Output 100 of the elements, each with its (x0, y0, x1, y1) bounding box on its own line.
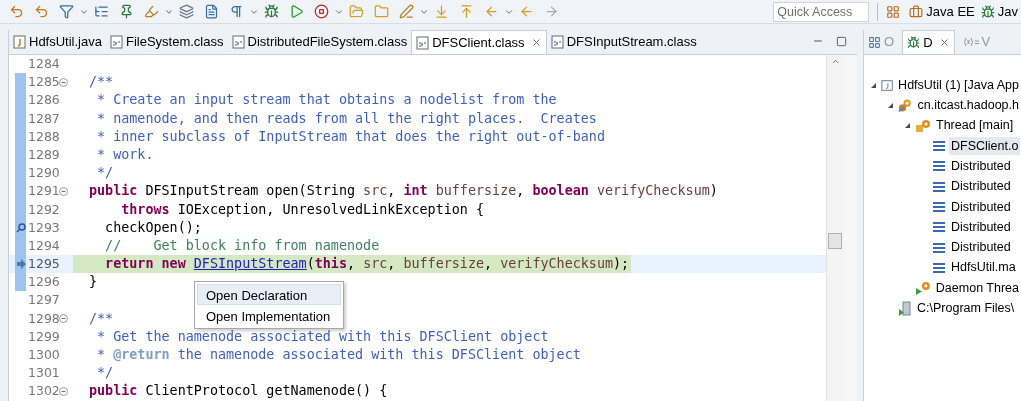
code-text: * namenode, and then reads from all the right places. Creates (96, 110, 597, 126)
document-icon[interactable] (204, 4, 219, 19)
code-text: , (484, 256, 494, 272)
arrow-down-icon[interactable] (434, 4, 449, 19)
pen-icon[interactable] (399, 4, 414, 19)
line-number: 1289 (28, 145, 59, 164)
class-file-icon (231, 35, 245, 49)
line-number: 1284 (28, 55, 59, 73)
arrow-up-icon[interactable] (459, 4, 474, 19)
code-link[interactable]: DFSInputStream (193, 256, 307, 272)
process-icon (898, 300, 912, 316)
bug-icon (980, 4, 995, 19)
tree-item[interactable]: C:\Program Files\ (915, 299, 1017, 318)
pin-icon[interactable] (119, 4, 134, 19)
maximize-icon[interactable] (836, 36, 847, 47)
tree-item[interactable]: cn.itcast.hadoop.h (915, 96, 1021, 115)
scrollbar-track[interactable] (826, 55, 843, 401)
perspective-button[interactable]: Jav (977, 1, 1021, 22)
code-text: verifyChecksum (500, 256, 614, 272)
variables-icon (962, 37, 979, 47)
line-number: 1285 (28, 73, 59, 92)
code-text: buffersize (403, 256, 485, 272)
quick-access-field[interactable]: Quick Access (773, 1, 870, 22)
undo-icon[interactable] (9, 4, 24, 19)
tree-item[interactable]: HdfsUtil.ma (949, 258, 1018, 278)
expanded-triangle-icon[interactable] (886, 101, 894, 109)
line-number: 1288 (28, 127, 59, 146)
expanded-triangle-icon[interactable] (869, 81, 877, 89)
code-text: * (96, 347, 107, 362)
menu-item[interactable]: Open Declaration (197, 284, 341, 305)
code-text: * work. (96, 146, 154, 162)
outline-icon (868, 35, 881, 49)
code-text: DFSInputStream open(String (144, 183, 357, 199)
code-text: src (363, 183, 388, 199)
bug-icon[interactable] (264, 4, 279, 19)
editor-tab[interactable]: DFSInputStream.class (546, 30, 701, 54)
editor-tab[interactable]: DFSClient.class (411, 30, 547, 54)
code-text: src (363, 256, 388, 272)
line-number: 1302 (28, 382, 59, 401)
folder-icon[interactable] (374, 4, 389, 19)
play-icon[interactable] (289, 4, 304, 19)
code-text: the namenode associated with this DFSClient object (176, 347, 581, 362)
line-number: 1290 (28, 164, 59, 183)
line-number: 1287 (28, 109, 59, 128)
class-file-icon (416, 35, 430, 50)
line-number: 1300 (28, 346, 59, 364)
line-number: 1294 (28, 236, 59, 255)
fold-icon[interactable] (59, 77, 68, 87)
tree-item[interactable]: Distributed (949, 197, 1013, 217)
code-text: , (516, 183, 526, 199)
layers-icon[interactable] (179, 4, 194, 19)
tree-item[interactable]: Distributed (949, 238, 1013, 257)
arrow-right-icon[interactable] (544, 4, 559, 19)
code-text: /** (89, 74, 114, 90)
stop-icon[interactable] (314, 4, 329, 19)
code-text: int (403, 183, 428, 199)
tree-item[interactable]: Daemon Threa (933, 278, 1021, 298)
close-icon[interactable] (938, 37, 950, 48)
fold-icon[interactable] (59, 186, 68, 196)
editor-tab[interactable]: HdfsUtil.java (9, 30, 106, 54)
code-text: */ (96, 165, 114, 181)
line-number: 1299 (28, 327, 59, 346)
folder-icon[interactable] (349, 4, 364, 19)
fold-icon[interactable] (59, 386, 68, 396)
tab-label: O (884, 33, 895, 52)
briefcase-icon (909, 4, 924, 19)
view-tab[interactable]: D (902, 30, 955, 54)
fold-icon[interactable] (59, 314, 68, 324)
close-icon[interactable] (530, 37, 542, 48)
tree-item[interactable]: HdfsUtil (1) [Java App (896, 75, 1021, 95)
code-text: } (89, 274, 98, 290)
editor-tab[interactable]: FileSystem.class (105, 30, 228, 54)
code-text: /** (89, 310, 114, 326)
menu-item[interactable]: Open Implementation (197, 305, 341, 326)
tab-label: FileSystem.class (125, 33, 224, 52)
filter-icon[interactable] (59, 4, 74, 19)
highlighter-icon[interactable] (144, 4, 159, 19)
class-file-icon (550, 35, 564, 49)
expanded-triangle-icon[interactable] (903, 122, 911, 130)
tree-item[interactable]: Distributed (949, 156, 1013, 176)
code-text: IOException, UnresolvedLinkException { (176, 201, 485, 217)
scroll-up-icon[interactable] (830, 57, 840, 66)
pilcrow-icon[interactable] (229, 4, 244, 19)
perspective-button[interactable]: Java EE (906, 1, 978, 22)
tree-item[interactable]: Distributed (949, 217, 1013, 237)
tab-label: DFSClient.class (432, 33, 525, 52)
code-text: ); (613, 256, 630, 272)
tree-item[interactable]: Distributed (949, 177, 1013, 196)
code-text: // Get block info from namenode (104, 237, 380, 253)
list-icon[interactable] (94, 4, 109, 19)
scrollbar-thumb[interactable] (828, 233, 842, 249)
stack-frame-icon (932, 160, 946, 173)
code-text: checkOpen(); (104, 219, 202, 235)
tree-item[interactable]: Thread [main] (934, 116, 1016, 136)
code-text: buffersize (434, 183, 517, 199)
open-perspective-icon[interactable] (886, 4, 901, 19)
code-text: ( (306, 256, 315, 272)
editor-tab[interactable]: DistributedFileSystem.class (227, 30, 412, 54)
tree-item[interactable]: DFSClient.o (949, 136, 1021, 156)
stack-frame-icon (932, 200, 946, 213)
